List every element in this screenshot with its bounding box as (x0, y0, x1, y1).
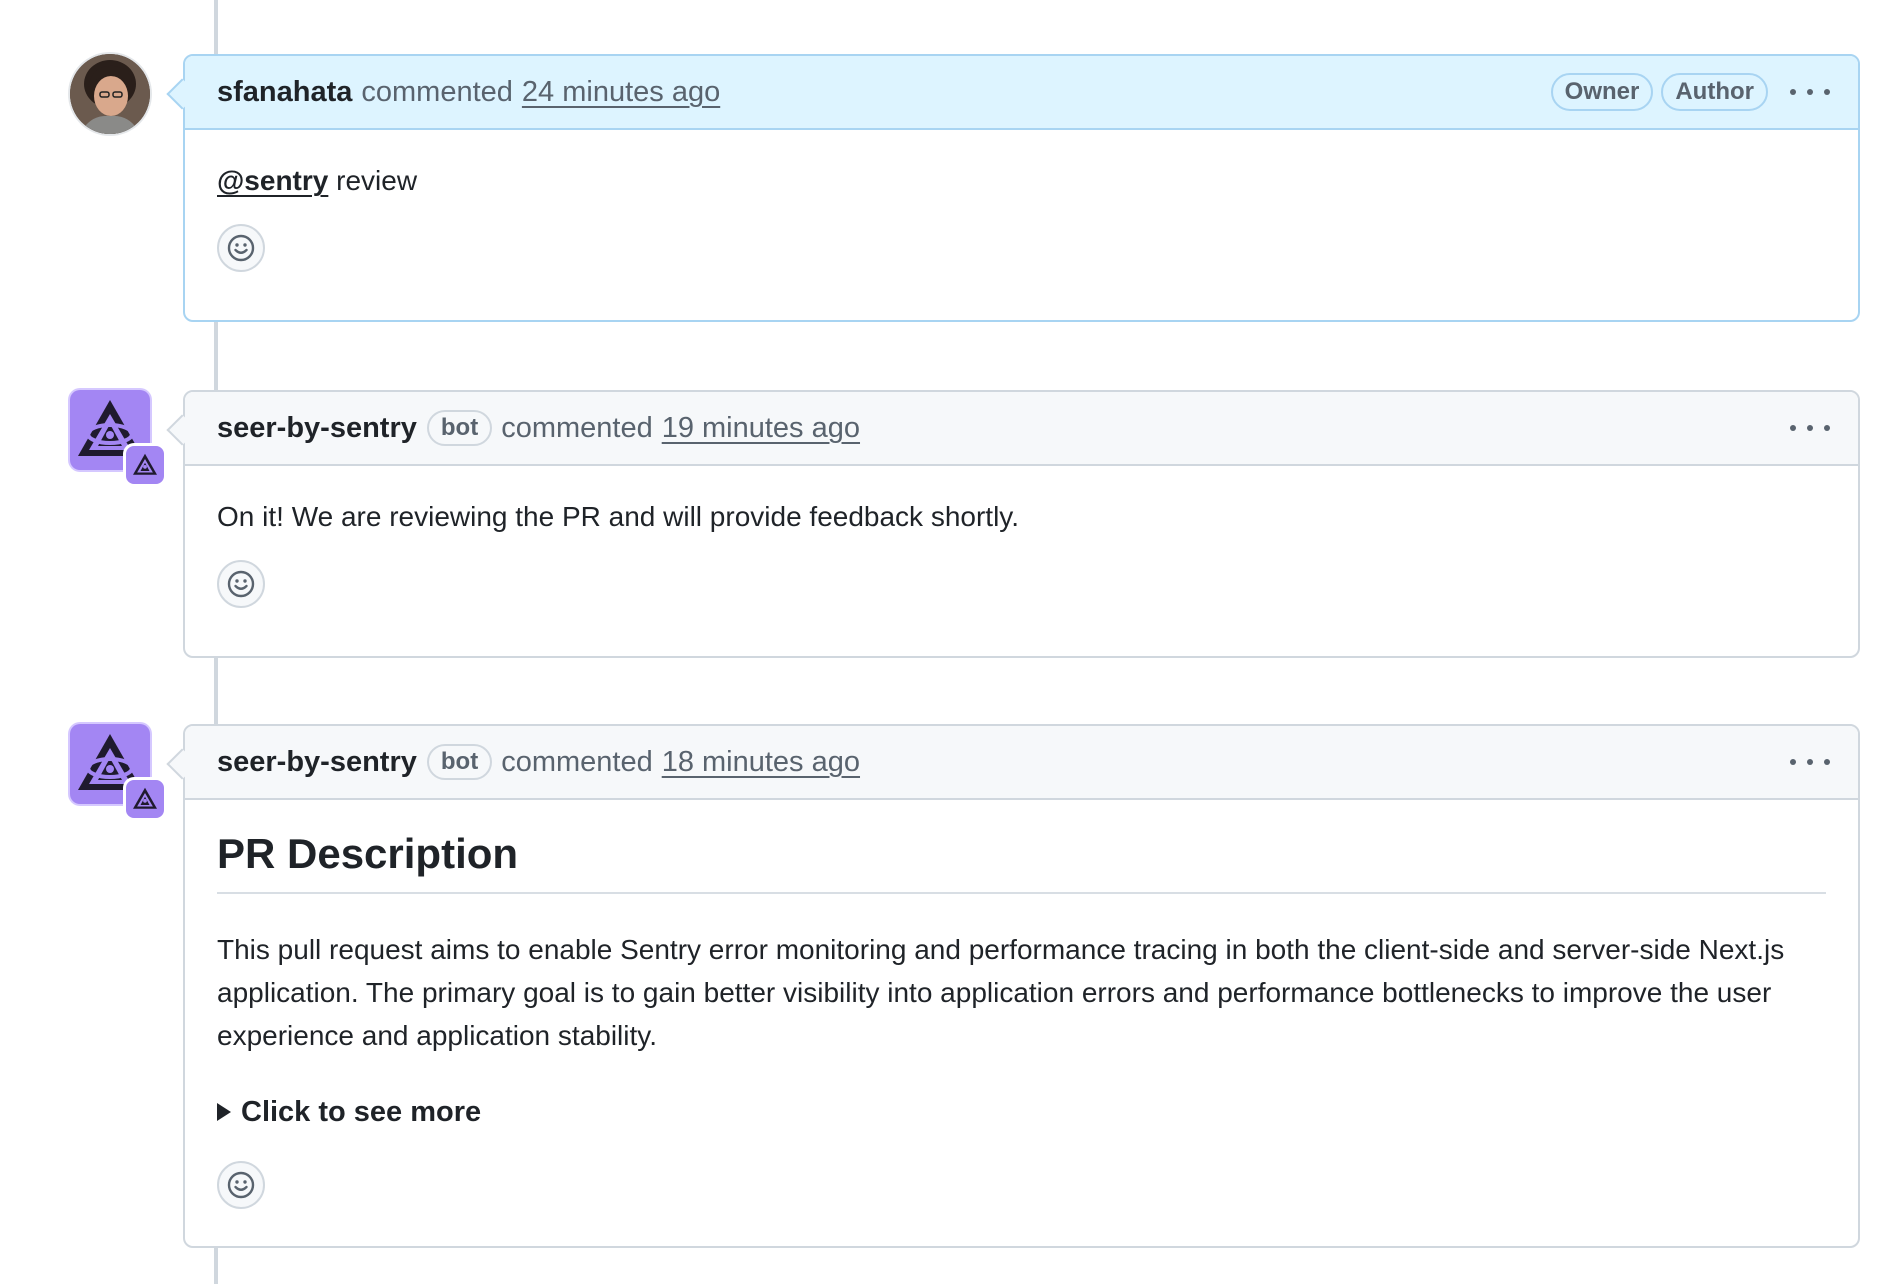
bot-badge (126, 446, 164, 484)
more-options-icon[interactable] (1790, 759, 1830, 765)
comment-text: @sentry review (217, 160, 1826, 202)
seer-eye-triangle-icon (133, 787, 157, 809)
action-text: commented (501, 745, 653, 778)
triangle-right-icon (217, 1103, 231, 1121)
timestamp-link[interactable]: 18 minutes ago (662, 746, 860, 779)
details-summary: Click to see more (241, 1096, 482, 1128)
add-reaction-button[interactable] (217, 1161, 265, 1209)
comment-body: @sentry review (185, 130, 1858, 298)
details-toggle[interactable]: Click to see more (217, 1091, 1826, 1133)
bot-avatar[interactable] (70, 724, 164, 818)
comment-body: On it! We are reviewing the PR and will … (185, 466, 1858, 634)
add-reaction-button[interactable] (217, 560, 265, 608)
author-link[interactable]: sfanahata (217, 76, 352, 109)
bot-badge (126, 780, 164, 818)
action-text: commented (501, 411, 653, 444)
timestamp-link[interactable]: 19 minutes ago (662, 412, 860, 445)
pr-description-paragraph: This pull request aims to enable Sentry … (217, 934, 1785, 1051)
mention-link[interactable]: @sentry (217, 165, 328, 196)
author-link[interactable]: seer-by-sentry (217, 746, 417, 779)
comment-header: seer-by-sentry bot commented 19 minutes … (185, 392, 1858, 466)
avatar[interactable] (70, 54, 150, 134)
action-text: commented (361, 75, 513, 108)
bot-label: bot (426, 744, 493, 780)
user-photo-icon (70, 54, 150, 134)
seer-eye-triangle-icon (133, 453, 157, 475)
smiley-icon (227, 1171, 255, 1199)
bot-avatar[interactable] (70, 390, 164, 484)
comment-body: PR Description This pull request aims to… (185, 800, 1858, 1235)
comment-text: On it! We are reviewing the PR and will … (217, 501, 1020, 532)
add-reaction-button[interactable] (217, 224, 265, 272)
smiley-icon (227, 234, 255, 262)
more-options-icon[interactable] (1790, 425, 1830, 431)
author-badge: Author (1661, 73, 1768, 111)
smiley-icon (227, 570, 255, 598)
comment-header: sfanahata commented 24 minutes ago Owner… (185, 56, 1858, 130)
comment-box: seer-by-sentry bot commented 18 minutes … (166, 724, 1860, 1248)
pr-description-heading: PR Description (217, 828, 1826, 894)
comment-text-rest: review (328, 165, 418, 196)
timestamp-link[interactable]: 24 minutes ago (522, 76, 720, 109)
bot-label: bot (426, 410, 493, 446)
more-options-icon[interactable] (1790, 89, 1830, 95)
owner-badge: Owner (1550, 73, 1654, 111)
comment-box: seer-by-sentry bot commented 19 minutes … (166, 390, 1860, 658)
author-link[interactable]: seer-by-sentry (217, 412, 417, 445)
comment-box: sfanahata commented 24 minutes ago Owner… (166, 54, 1860, 322)
comment-header: seer-by-sentry bot commented 18 minutes … (185, 726, 1858, 800)
